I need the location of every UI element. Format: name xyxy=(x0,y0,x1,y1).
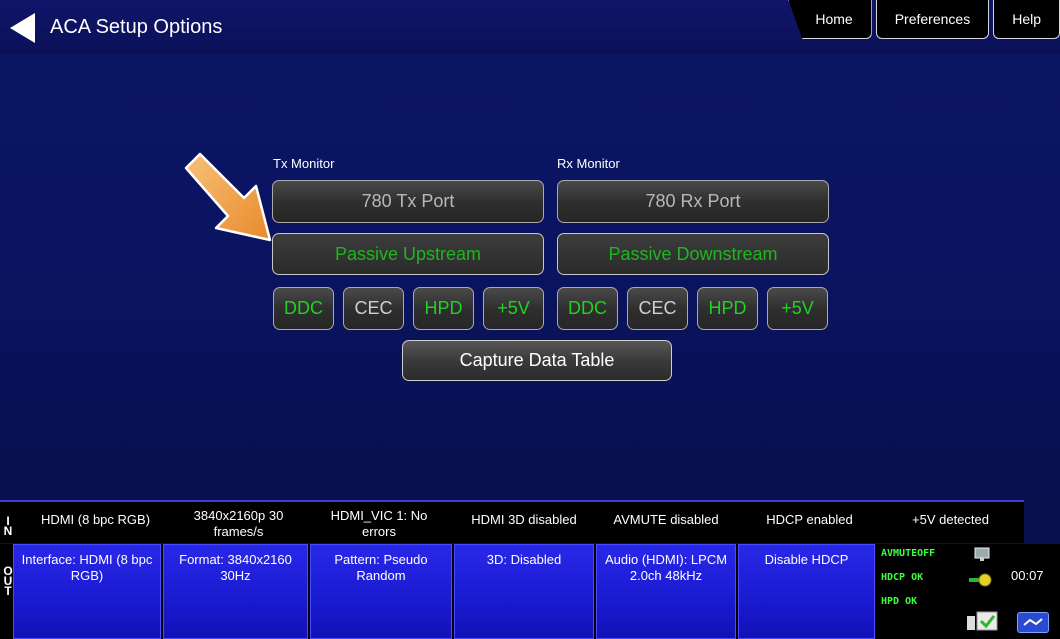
hdcp-status: HDCP OK xyxy=(881,572,924,583)
input-status-strip: IN HDMI (8 bpc RGB) 3840x2160p 30 frames… xyxy=(0,500,1024,543)
connection-icon[interactable] xyxy=(1017,612,1049,633)
out-label: OUT xyxy=(3,564,13,598)
3d-button[interactable]: 3D: Disabled xyxy=(454,544,594,639)
in-label: IN xyxy=(3,514,13,538)
tx-port-button[interactable]: 780 Tx Port xyxy=(272,180,544,223)
in-avmute: AVMUTE disabled xyxy=(613,512,719,527)
top-tabs: Home Preferences Help xyxy=(784,0,1060,40)
capture-data-table-button[interactable]: Capture Data Table xyxy=(402,340,672,381)
rx-5v-button[interactable]: +5V xyxy=(767,287,828,330)
monitor-icon xyxy=(974,547,990,561)
tab-home[interactable]: Home xyxy=(788,0,872,39)
key-icon xyxy=(969,573,992,587)
tx-hpd-button[interactable]: HPD xyxy=(413,287,474,330)
rx-cec-button[interactable]: CEC xyxy=(627,287,688,330)
in-format: 3840x2160p 30 frames/s xyxy=(193,508,284,539)
in-3d: HDMI 3D disabled xyxy=(471,512,577,527)
tab-preferences[interactable]: Preferences xyxy=(875,0,990,39)
passive-upstream-button[interactable]: Passive Upstream xyxy=(272,233,544,275)
passive-downstream-button[interactable]: Passive Downstream xyxy=(557,233,829,275)
in-hdcp: HDCP enabled xyxy=(766,512,853,527)
rx-port-button[interactable]: 780 Rx Port xyxy=(557,180,829,223)
tab-help[interactable]: Help xyxy=(993,0,1060,39)
pattern-button[interactable]: Pattern: Pseudo Random xyxy=(310,544,452,639)
in-interface: HDMI (8 bpc RGB) xyxy=(40,512,151,527)
hpd-check-icon xyxy=(967,611,998,631)
status-panel: AVMUTEOFF HDCP OK HPD OK xyxy=(877,544,1007,639)
in-vic: HDMI_VIC 1: No errors xyxy=(330,508,428,539)
disable-hdcp-button[interactable]: Disable HDCP xyxy=(738,544,875,639)
screen: ACA Setup Options Home Preferences Help … xyxy=(0,0,1060,639)
title-bar: ACA Setup Options Home Preferences Help xyxy=(0,0,1060,55)
back-arrow-icon[interactable] xyxy=(10,13,35,43)
hpd-status: HPD OK xyxy=(881,596,918,607)
format-button[interactable]: Format: 3840x2160 30Hz xyxy=(163,544,308,639)
annotation-arrow-icon xyxy=(184,152,272,242)
tx-5v-button[interactable]: +5V xyxy=(483,287,544,330)
clock: 00:07 xyxy=(1011,568,1044,583)
rx-hpd-button[interactable]: HPD xyxy=(697,287,758,330)
in-5v: +5V detected xyxy=(912,512,989,527)
rx-ddc-button[interactable]: DDC xyxy=(557,287,618,330)
audio-button[interactable]: Audio (HDMI): LPCM 2.0ch 48kHz xyxy=(596,544,736,639)
avmute-status: AVMUTEOFF xyxy=(881,548,936,559)
tx-ddc-button[interactable]: DDC xyxy=(273,287,334,330)
rx-monitor-label: Rx Monitor xyxy=(557,156,620,171)
tx-monitor-label: Tx Monitor xyxy=(273,156,335,171)
page-title: ACA Setup Options xyxy=(50,16,223,38)
interface-button[interactable]: Interface: HDMI (8 bpc RGB) xyxy=(13,544,161,639)
tx-cec-button[interactable]: CEC xyxy=(343,287,404,330)
